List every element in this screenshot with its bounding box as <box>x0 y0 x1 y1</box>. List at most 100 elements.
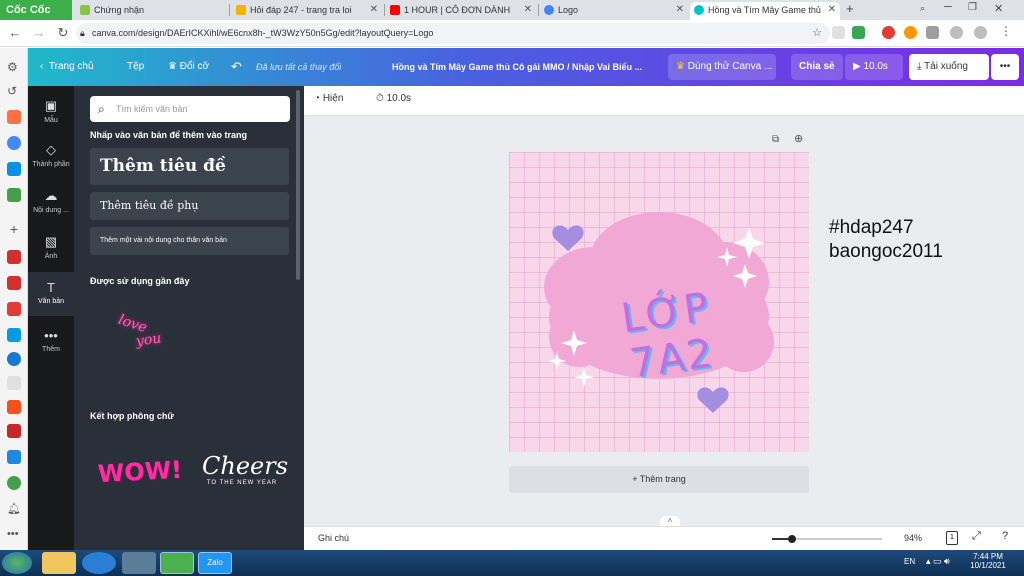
add-page-icon[interactable]: ⊕ <box>794 132 803 145</box>
browser-tab-2[interactable]: Hỏi đáp 247 - trang tra loi ✕ <box>232 2 382 20</box>
windows-taskbar: Zalo EN ▴ ▭ 🔊︎ 7:44 PM 10/1/2021 <box>0 550 1024 576</box>
close-icon[interactable]: ✕ <box>370 2 378 18</box>
facebook-icon[interactable] <box>7 352 21 366</box>
shapes-icon: ◇ <box>46 142 56 157</box>
try-pro-button[interactable]: ♛ Dùng thử Canva ... <box>668 54 776 80</box>
map-pin-icon[interactable] <box>7 476 21 490</box>
messenger-icon[interactable] <box>7 136 21 150</box>
youtube-icon[interactable] <box>7 302 21 316</box>
forward-icon[interactable]: → <box>30 24 48 42</box>
add-icon[interactable]: + <box>7 222 21 236</box>
more-icon[interactable]: ••• <box>7 528 21 542</box>
app-icon[interactable] <box>7 450 21 464</box>
browser-tab-1[interactable]: Chứng nhận <box>76 2 226 20</box>
clock[interactable]: 7:44 PM 10/1/2021 <box>970 552 1006 570</box>
duration-button[interactable]: ⏱ 10.0s <box>376 93 411 104</box>
zoom-slider-handle[interactable] <box>788 535 796 543</box>
history-icon[interactable]: ↺ <box>7 84 21 98</box>
text-search-input[interactable]: ⌕ Tìm kiếm văn bản <box>90 96 290 122</box>
explorer-icon[interactable] <box>42 552 76 574</box>
zalo-taskbar-icon[interactable]: Zalo <box>198 552 232 574</box>
page-count-button[interactable]: 1 <box>946 531 958 545</box>
rail-templates[interactable]: ▣ Mẫu <box>28 96 74 134</box>
shop-icon[interactable] <box>7 400 21 414</box>
new-tab-icon[interactable]: + <box>846 1 854 16</box>
rocket-icon[interactable] <box>7 110 21 124</box>
puzzle-icon[interactable] <box>926 26 939 39</box>
start-button[interactable] <box>2 552 32 574</box>
adblock-icon[interactable] <box>882 26 895 39</box>
panel-scrollbar[interactable] <box>296 90 300 280</box>
rail-text[interactable]: T Văn bản <box>28 272 74 316</box>
tab-search-icon[interactable]: ⌕ <box>920 3 925 14</box>
vtv-icon[interactable] <box>7 424 21 438</box>
game-icon[interactable] <box>7 188 21 202</box>
url-input[interactable]: 🔒︎ canva.com/design/DAErICKXihl/wE6cnx8h… <box>76 23 830 44</box>
account-icon[interactable] <box>974 26 987 39</box>
back-icon[interactable]: ← <box>6 24 24 42</box>
news-icon[interactable] <box>7 250 21 264</box>
canva-favicon-icon <box>694 5 704 15</box>
show-animation-button[interactable]: ◔ Hiện <box>314 93 343 104</box>
home-button[interactable]: ‹ Trang chủ <box>40 48 94 86</box>
bookmark-star-icon[interactable]: ☆ <box>812 23 822 44</box>
coccoc-taskbar-icon[interactable] <box>160 552 194 574</box>
design-title[interactable]: Hồng và Tím Mây Game thủ Cô gái MMO / Nh… <box>392 48 642 86</box>
combo-cheers-sample[interactable]: Cheers TO THE NEW YEAR <box>202 452 288 500</box>
tab-favicon-icon <box>544 5 554 15</box>
close-icon[interactable]: ✕ <box>524 2 532 18</box>
rail-uploads[interactable]: ☁ Nội dung ... <box>28 186 74 224</box>
close-icon[interactable]: ✕ <box>828 2 836 18</box>
download-ext-icon[interactable] <box>852 26 865 39</box>
rail-more[interactable]: ••• Thêm <box>28 326 74 364</box>
rail-photos[interactable]: ▧ Ảnh <box>28 232 74 270</box>
browser-tab-4[interactable]: Logo ✕ <box>540 2 688 20</box>
help-icon[interactable]: ? <box>1002 530 1008 542</box>
minimize-icon[interactable]: ─ <box>944 1 952 13</box>
chevron-up-icon[interactable]: ˄ <box>660 516 680 526</box>
recent-text-sample[interactable]: love you <box>110 308 170 368</box>
media-icon[interactable] <box>122 552 156 574</box>
more-options-button[interactable]: ••• <box>991 54 1019 80</box>
resize-button[interactable]: ♛ Đổi cỡ <box>168 48 209 86</box>
restore-icon[interactable]: ❐ <box>968 2 977 13</box>
combo-wow-sample[interactable]: WOW! <box>97 456 183 496</box>
close-icon[interactable]: ✕ <box>676 2 684 18</box>
video-icon[interactable] <box>7 328 21 342</box>
rail-elements[interactable]: ◇ Thành phần <box>28 140 74 178</box>
download-button[interactable]: ⤓ Tải xuống <box>909 54 989 80</box>
youtube-icon <box>390 5 400 15</box>
add-body-text-button[interactable]: Thêm một vài nội dung cho thân văn bản <box>90 227 289 255</box>
shield-icon[interactable] <box>832 26 845 39</box>
overlay-caption: #hdap247 baongoc2011 <box>829 217 943 262</box>
reload-icon[interactable]: ↻ <box>54 24 72 42</box>
play-button[interactable]: ▶ 10.0s <box>845 54 903 80</box>
browser-tab-3[interactable]: 1 HOUR | CÔ ĐƠN DÀNH ✕ <box>386 2 536 20</box>
ie-icon[interactable] <box>82 552 116 574</box>
extension-icon[interactable] <box>904 26 917 39</box>
download-icon[interactable] <box>7 376 21 390</box>
design-page[interactable]: LỚP 7A2 <box>509 152 809 452</box>
browser-tab-5-active[interactable]: Hồng và Tím Mây Game thủ ✕ <box>690 2 840 20</box>
zoom-slider[interactable] <box>772 535 882 543</box>
fullscreen-icon[interactable]: ⤢ <box>972 530 981 543</box>
file-menu-button[interactable]: Tệp <box>127 48 144 86</box>
add-subheading-button[interactable]: Thêm tiêu đề phụ <box>90 192 289 220</box>
coccoc-brand-button[interactable]: Cốc Cốc <box>0 0 72 20</box>
duplicate-page-icon[interactable]: ⧉ <box>772 134 779 145</box>
notes-button[interactable]: Ghi chú <box>318 533 349 543</box>
profile-icon[interactable] <box>950 26 963 39</box>
menu-icon[interactable]: ⋮ <box>1000 24 1012 38</box>
language-indicator[interactable]: EN <box>904 557 915 566</box>
add-heading-button[interactable]: Thêm tiêu đề <box>90 148 289 185</box>
zalo-icon[interactable] <box>7 162 21 176</box>
add-page-button[interactable]: + Thêm trang <box>509 466 809 493</box>
window-close-icon[interactable]: ✕ <box>994 2 1003 15</box>
tray-icons[interactable]: ▴ ▭ 🔊︎ <box>926 556 950 567</box>
undo-icon[interactable]: ↶ <box>231 48 242 86</box>
bell-icon[interactable]: 🔔︎ <box>7 502 21 516</box>
zoom-level[interactable]: 94% <box>904 533 922 543</box>
gear-icon[interactable]: ⚙ <box>7 60 21 74</box>
news-icon-2[interactable] <box>7 276 21 290</box>
share-button[interactable]: Chia sẻ <box>791 54 843 80</box>
